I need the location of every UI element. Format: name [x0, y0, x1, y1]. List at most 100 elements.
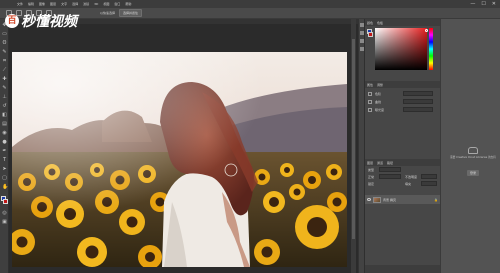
blend-mode-select[interactable]: 正常	[368, 175, 374, 179]
color-panel: 颜色 色板	[365, 19, 441, 79]
tools-panel: ✥ ▭ ʘ ✎ ⌗ ⟋ ✚ ✎ ⊥ ↺ ◧ ▤ ◉ ● ✒ T ➤ ▢ ✋ ◎ …	[0, 19, 9, 273]
panel-background-swatch[interactable]	[368, 32, 373, 37]
sample-all-layers-option[interactable]: 以快速选择	[100, 11, 115, 15]
minimize-button[interactable]: —	[470, 0, 475, 8]
properties-panel: 属性 调整 色阶 曲线 曝光度	[365, 81, 441, 161]
watermark: 百 秒懂视频	[5, 11, 77, 31]
cc-sign-in-button[interactable]: 登录	[466, 170, 479, 176]
curves-label: 曲线	[375, 99, 382, 104]
menu-window[interactable]: 窗口	[113, 0, 121, 8]
healing-tool-icon[interactable]: ✚	[2, 77, 7, 82]
libraries-dock: 需要 Creative Cloud Libraries 的支持 登录	[440, 19, 500, 273]
blur-tool-icon[interactable]: ◉	[2, 131, 7, 136]
path-select-tool-icon[interactable]: ➤	[2, 167, 7, 172]
menu-edit[interactable]: 编辑	[27, 0, 35, 8]
stamp-tool-icon[interactable]: ⊥	[2, 95, 7, 100]
fill-label: 填充	[405, 182, 412, 186]
menu-help[interactable]: 帮助	[124, 0, 132, 8]
tab-adjustments[interactable]: 调整	[377, 83, 383, 87]
opacity-field[interactable]	[421, 174, 437, 179]
tab-color[interactable]: 颜色	[367, 21, 373, 25]
layers-panel: 图层 通道 路径 类型 正常 不透明度 锁定 填充 背景 拷贝 🔒	[365, 159, 441, 273]
tab-properties[interactable]: 属性	[367, 83, 373, 87]
color-picker-field[interactable]	[375, 28, 428, 70]
tab-layers[interactable]: 图层	[367, 161, 373, 165]
gradient-tool-icon[interactable]: ▤	[2, 122, 7, 127]
opacity-label: 不透明度	[405, 175, 418, 179]
hue-slider[interactable]	[429, 28, 433, 70]
hand-tool-icon[interactable]: ✋	[2, 185, 8, 190]
type-tool-icon[interactable]: T	[2, 158, 7, 163]
fill-field[interactable]	[421, 181, 437, 186]
menu-layer[interactable]: 图层	[49, 0, 57, 8]
exposure-field[interactable]	[403, 107, 433, 112]
photoshop-window: 文件 编辑 图像 图层 文字 选择 滤镜 3D 视图 窗口 帮助 — ☐ ✕ 以…	[0, 0, 500, 273]
lock-label: 锁定	[368, 182, 375, 186]
menu-type[interactable]: 文字	[60, 0, 68, 8]
menu-select[interactable]: 选择	[71, 0, 79, 8]
vertical-scrollbar[interactable]	[351, 19, 356, 273]
shape-tool-icon[interactable]: ▢	[2, 176, 7, 181]
panels-column: 颜色 色板 属性 调整 色阶 曲线 曝光度 图层 通道 路径 类型 正常 不透明…	[364, 19, 441, 273]
layer-name: 背景 拷贝	[383, 197, 396, 202]
menu-3d[interactable]: 3D	[93, 0, 99, 8]
layer-thumbnail	[373, 196, 381, 203]
maximize-button[interactable]: ☐	[481, 0, 485, 8]
layer-filter-kind[interactable]: 类型	[368, 168, 374, 172]
layer-filter-dropdown[interactable]	[379, 167, 401, 172]
menu-bar: 文件 编辑 图像 图层 文字 选择 滤镜 3D 视图 窗口 帮助 — ☐ ✕	[0, 0, 500, 8]
screen-mode-icon[interactable]: ▣	[2, 220, 7, 225]
adjust-row-levels[interactable]: 色阶	[368, 91, 381, 96]
visibility-eye-icon[interactable]	[367, 198, 371, 201]
exposure-icon	[368, 107, 372, 112]
eraser-tool-icon[interactable]: ◧	[2, 113, 7, 118]
adjust-row-curves[interactable]: 曲线	[368, 99, 381, 104]
blend-mode-dropdown[interactable]	[379, 174, 401, 179]
levels-icon	[368, 91, 372, 96]
tab-channels[interactable]: 通道	[377, 161, 383, 165]
properties-panel-tabs: 属性 调整	[365, 81, 441, 88]
tab-swatches[interactable]: 色板	[377, 21, 383, 25]
watermark-logo-icon: 百	[5, 14, 19, 28]
cc-libraries-message: 需要 Creative Cloud Libraries 的支持	[450, 156, 496, 159]
layers-panel-tabs: 图层 通道 路径	[365, 159, 441, 166]
cc-libraries-panel: 需要 Creative Cloud Libraries 的支持 登录	[449, 147, 497, 178]
marquee-tool-icon[interactable]: ▭	[2, 32, 7, 37]
color-picker-cursor[interactable]	[425, 29, 428, 32]
adjust-row-exposure[interactable]: 曝光度	[368, 107, 384, 112]
pen-tool-icon[interactable]: ✒	[2, 149, 7, 154]
window-controls: — ☐ ✕	[470, 0, 496, 8]
lock-icon: 🔒	[434, 197, 438, 202]
image-canvas[interactable]	[12, 52, 347, 267]
color-panel-tabs: 颜色 色板	[365, 19, 441, 26]
eyedropper-tool-icon[interactable]: ⟋	[2, 68, 7, 73]
levels-label: 色阶	[375, 91, 382, 96]
vertical-scrollbar-thumb[interactable]	[352, 39, 355, 239]
sunflower-photo	[12, 52, 347, 267]
brush-tool-icon[interactable]: ✎	[2, 86, 7, 91]
levels-field[interactable]	[403, 91, 433, 96]
layers-footer-toolbar	[365, 265, 441, 273]
menu-view[interactable]: 视图	[102, 0, 110, 8]
menu-filter[interactable]: 滤镜	[82, 0, 90, 8]
tab-paths[interactable]: 路径	[387, 161, 393, 165]
curves-field[interactable]	[403, 99, 433, 104]
close-button[interactable]: ✕	[492, 0, 496, 8]
menu-image[interactable]: 图像	[38, 0, 46, 8]
lasso-tool-icon[interactable]: ʘ	[2, 41, 7, 46]
history-brush-icon[interactable]: ↺	[2, 104, 7, 109]
document-area	[9, 19, 359, 273]
layers-controls: 类型 正常 不透明度 锁定 填充	[365, 167, 441, 187]
dodge-tool-icon[interactable]: ●	[2, 140, 7, 145]
quick-mask-icon[interactable]: ◎	[2, 211, 7, 216]
curves-icon	[368, 99, 372, 104]
quick-select-tool-icon[interactable]: ✎	[2, 50, 7, 55]
select-and-mask-button[interactable]: 选择并遮住	[119, 9, 143, 17]
menu-file[interactable]: 文件	[16, 0, 24, 8]
crop-tool-icon[interactable]: ⌗	[2, 59, 7, 64]
layer-row-background-copy[interactable]: 背景 拷贝 🔒	[365, 195, 441, 204]
creative-cloud-icon	[468, 147, 478, 154]
background-color-swatch[interactable]	[3, 199, 8, 204]
exposure-label: 曝光度	[375, 107, 385, 112]
watermark-text: 秒懂视频	[21, 14, 77, 30]
